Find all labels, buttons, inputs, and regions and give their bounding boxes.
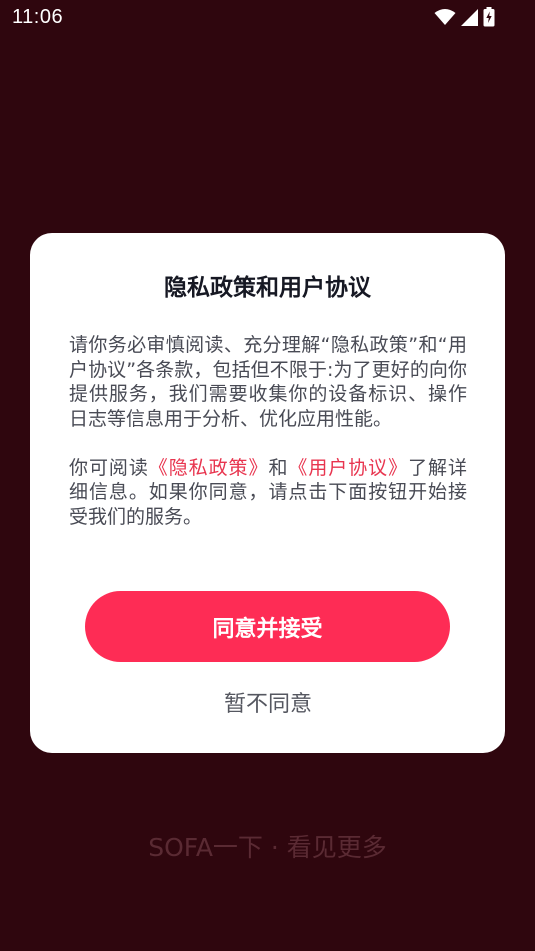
dialog-title: 隐私政策和用户协议	[164, 275, 371, 301]
agree-button[interactable]: 同意并接受	[85, 591, 450, 662]
read-more-prefix: 你可阅读	[69, 456, 149, 479]
decline-button-label: 暂不同意	[223, 692, 312, 717]
agree-button-label: 同意并接受	[212, 616, 323, 642]
modal-overlay: 隐私政策和用户协议 请你务必审慎阅读、充分理解“隐私政策”和“用户协议”各条款，…	[0, 0, 535, 951]
dialog-body: 请你务必审慎阅读、充分理解“隐私政策”和“用户协议”各条款，包括但不限于:为了更…	[69, 333, 467, 529]
decline-button[interactable]: 暂不同意	[168, 684, 368, 720]
privacy-policy-link[interactable]: 《隐私政策》	[149, 457, 269, 479]
privacy-summary-text: 请你务必审慎阅读、充分理解“隐私政策”和“用户协议”各条款，包括但不限于:为了更…	[69, 334, 467, 430]
read-more-middle: 和	[268, 456, 289, 479]
user-agreement-link[interactable]: 《用户协议》	[288, 457, 408, 479]
read-more-text: 你可阅读《隐私政策》和《用户协议》了解详细信息。如果你同意，请点击下面按钮开始接…	[69, 456, 467, 530]
